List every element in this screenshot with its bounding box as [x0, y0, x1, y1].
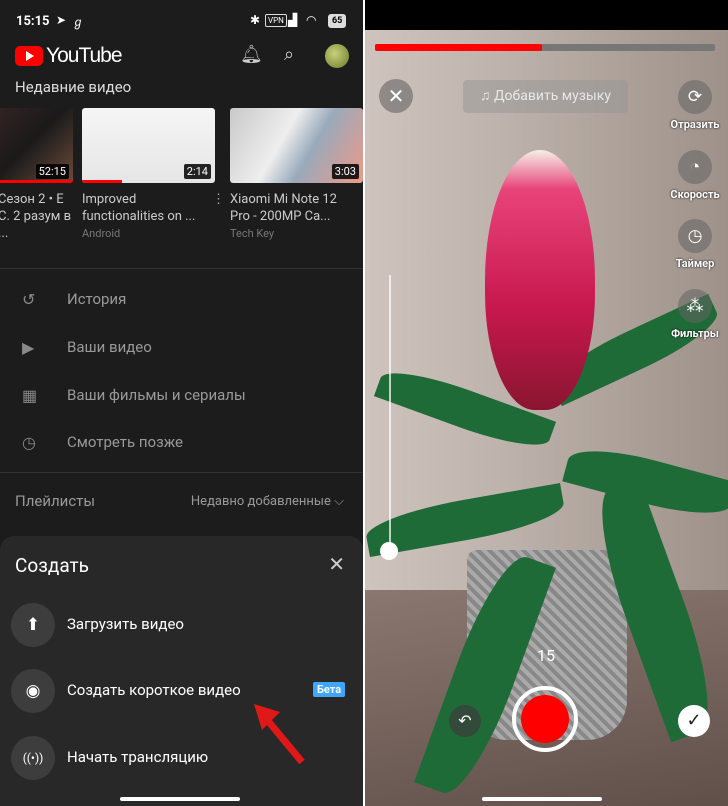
- zoom-slider-track[interactable]: [389, 275, 391, 550]
- watch-progress: [0, 180, 73, 183]
- filters-button[interactable]: ⁂ Фильтры: [665, 289, 725, 340]
- video-title[interactable]: Improved functionalities on ...: [82, 191, 207, 225]
- record-inner: [521, 695, 569, 743]
- sheet-title: Создать: [15, 554, 89, 577]
- zoom-slider-handle[interactable]: [380, 542, 398, 560]
- menu-item-your-videos[interactable]: ▶ Ваши видео: [22, 328, 342, 368]
- video-thumbnail[interactable]: 2:14: [82, 108, 215, 183]
- upload-icon: ⬆: [11, 603, 55, 647]
- sort-label: Недавно добавленные: [190, 494, 331, 509]
- video-card[interactable]: 52:15 Сезон 2 • Е С. 2 разум в ...: [0, 108, 73, 242]
- record-button[interactable]: [512, 686, 578, 752]
- wifi-icon: ◠: [306, 13, 317, 27]
- video-title[interactable]: Сезон 2 • Е С. 2 разум в ...: [0, 191, 73, 242]
- your-videos-icon: ▶: [22, 338, 35, 357]
- menu-item-history[interactable]: ↺ История: [22, 280, 342, 320]
- option-label: Загрузить видео: [67, 615, 184, 633]
- chevron-down-icon: ⌵: [334, 494, 344, 509]
- video-duration: 3:03: [331, 164, 359, 179]
- menu-item-label: История: [67, 290, 127, 308]
- beta-badge: Бета: [313, 682, 346, 697]
- battery-indicator: 65: [328, 14, 347, 28]
- red-arrow-annotation: [254, 704, 305, 765]
- speed-button[interactable]: ◔ Скорость: [665, 150, 725, 201]
- menu-item-movies[interactable]: ▦ Ваши фильмы и сериалы: [22, 376, 342, 416]
- status-bar: 15:15 ➤ ℊ ✱ VPN ▟ ◠ 65: [0, 0, 363, 40]
- option-label: Начать трансляцию: [67, 748, 209, 766]
- divider: [0, 268, 363, 269]
- close-icon[interactable]: ✕: [379, 79, 413, 113]
- menu-item-label: Ваши видео: [67, 338, 152, 356]
- flip-icon: ⟳: [678, 80, 712, 114]
- movies-icon: ▦: [22, 386, 38, 405]
- video-duration: 2:14: [183, 164, 211, 179]
- filters-icon: ⁂: [678, 289, 712, 323]
- watch-progress: [82, 180, 122, 183]
- youtube-library-screen: 15:15 ➤ ℊ ✱ VPN ▟ ◠ 65 YouTube 🔔︎ ⌕ Неда…: [0, 0, 363, 806]
- video-card[interactable]: 3:03 Xiaomi Mi Note 12 Pro - 200MP Ca...…: [230, 108, 363, 240]
- tool-label: Отразить: [670, 118, 720, 131]
- video-channel: Android: [82, 227, 121, 240]
- menu-item-watch-later[interactable]: ◷ Смотреть позже: [22, 423, 342, 463]
- recording-progress-fill: [375, 44, 542, 51]
- search-icon[interactable]: ⌕: [284, 44, 294, 65]
- shorts-camera-screen: ✕ ♫ Добавить музыку ⟳ Отразить ◔ Скорост…: [365, 0, 728, 806]
- video-thumbnail[interactable]: 3:03: [230, 108, 363, 183]
- recent-videos-title: Недавние видео: [15, 78, 132, 96]
- status-time: 15:15: [16, 14, 50, 29]
- signal-icon: ▟: [288, 13, 298, 27]
- duration-counter: 15: [537, 646, 555, 665]
- timer-button[interactable]: ◷ Таймер: [665, 219, 725, 270]
- option-label: Создать короткое видео: [67, 681, 241, 699]
- youtube-logo-icon[interactable]: [15, 46, 43, 66]
- timer-icon: ◷: [678, 219, 712, 253]
- history-icon: ↺: [22, 290, 36, 309]
- undo-icon[interactable]: ↶: [449, 705, 481, 737]
- playlists-header: Плейлисты Недавно добавленные ⌵: [15, 492, 350, 514]
- speed-icon: ◔: [678, 150, 712, 184]
- checkmark-icon[interactable]: ✓: [678, 705, 710, 737]
- video-card[interactable]: 2:14 Improved functionalities on ... And…: [82, 108, 225, 240]
- video-channel: Tech Key: [230, 227, 275, 240]
- menu-item-label: Смотреть позже: [67, 433, 184, 451]
- video-title[interactable]: Xiaomi Mi Note 12 Pro - 200MP Ca...: [230, 191, 355, 225]
- avatar[interactable]: [325, 44, 349, 68]
- camera-icon: ◉: [11, 669, 55, 713]
- menu-item-label: Ваши фильмы и сериалы: [67, 386, 246, 404]
- add-music-button[interactable]: ♫ Добавить музыку: [463, 80, 628, 113]
- more-options-icon[interactable]: ⋮: [212, 192, 225, 207]
- tool-label: Фильтры: [671, 327, 719, 340]
- video-duration: 52:15: [35, 164, 69, 179]
- recording-progress-bar: [375, 44, 715, 51]
- watch-later-icon: ◷: [22, 433, 36, 452]
- youtube-wordmark[interactable]: YouTube: [46, 44, 123, 68]
- vpn-indicator: VPN: [265, 14, 287, 27]
- divider: [0, 472, 363, 473]
- broadcast-icon: ((•)): [11, 736, 55, 780]
- playlists-title: Плейлисты: [15, 492, 96, 510]
- bluetooth-icon: ✱: [250, 13, 261, 27]
- tool-label: Скорость: [670, 188, 720, 201]
- bell-icon[interactable]: 🔔︎: [240, 44, 263, 65]
- video-thumbnail[interactable]: 52:15: [0, 108, 73, 183]
- notification-icon: ℊ: [72, 15, 85, 29]
- flip-camera-button[interactable]: ⟳ Отразить: [665, 80, 725, 131]
- preview-flower: [485, 150, 595, 410]
- close-icon[interactable]: ✕: [328, 552, 345, 576]
- home-indicator: [120, 797, 240, 801]
- tool-label: Таймер: [675, 257, 715, 270]
- telegram-icon: ➤: [56, 13, 67, 27]
- playlists-sort-dropdown[interactable]: Недавно добавленные ⌵: [191, 494, 344, 509]
- upload-video-option[interactable]: ⬆ Загрузить видео: [11, 603, 351, 649]
- home-indicator: [482, 797, 602, 801]
